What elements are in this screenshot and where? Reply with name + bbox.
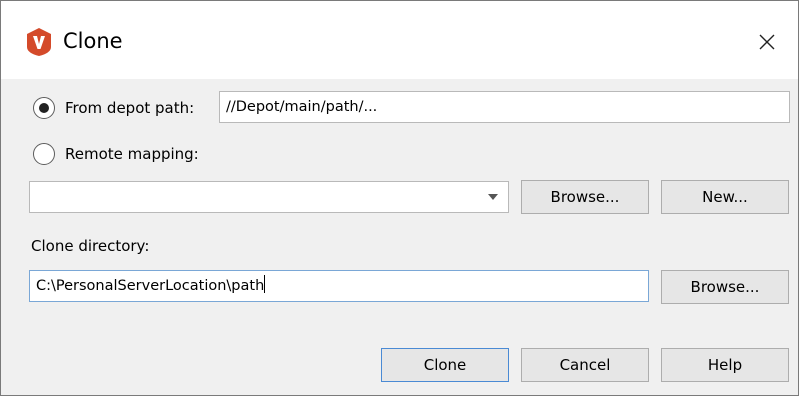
remote-mapping-radio[interactable] (33, 143, 55, 165)
remote-browse-label: Browse... (550, 188, 620, 206)
clone-browse-button[interactable]: Browse... (661, 270, 789, 304)
close-button[interactable] (750, 25, 784, 59)
app-logo-icon (25, 27, 53, 57)
clone-browse-label: Browse... (690, 278, 760, 296)
help-button-label: Help (707, 356, 743, 374)
clone-directory-input[interactable]: C:\PersonalServerLocation\path (29, 270, 649, 302)
new-mapping-button[interactable]: New... (661, 180, 789, 214)
title-bar: Clone (1, 1, 798, 79)
help-button[interactable]: Help (661, 348, 789, 382)
cancel-button-label: Cancel (559, 356, 611, 374)
depot-path-label: From depot path: (65, 99, 195, 117)
cancel-button[interactable]: Cancel (521, 348, 649, 382)
depot-path-option[interactable]: From depot path: (33, 97, 194, 119)
remote-mapping-label: Remote mapping: (65, 145, 199, 163)
clone-button[interactable]: Clone (381, 348, 509, 382)
chevron-down-icon[interactable] (488, 194, 498, 200)
window-title: Clone (63, 29, 123, 53)
depot-path-input[interactable]: //Depot/main/path/... (219, 91, 790, 123)
clone-dialog: Clone From depot path: //Depot/main/path… (0, 0, 799, 396)
text-caret (264, 275, 266, 293)
close-icon (759, 34, 775, 50)
clone-button-label: Clone (423, 356, 467, 374)
clone-directory-label: Clone directory: (31, 237, 150, 255)
remote-mapping-select[interactable] (29, 181, 509, 213)
remote-browse-button[interactable]: Browse... (521, 180, 649, 214)
depot-path-radio[interactable] (33, 97, 55, 119)
remote-mapping-option[interactable]: Remote mapping: (33, 143, 199, 165)
new-mapping-label: New... (702, 188, 748, 206)
dialog-body: From depot path: //Depot/main/path/... R… (1, 79, 798, 395)
clone-directory-value: C:\PersonalServerLocation\path (36, 278, 265, 294)
